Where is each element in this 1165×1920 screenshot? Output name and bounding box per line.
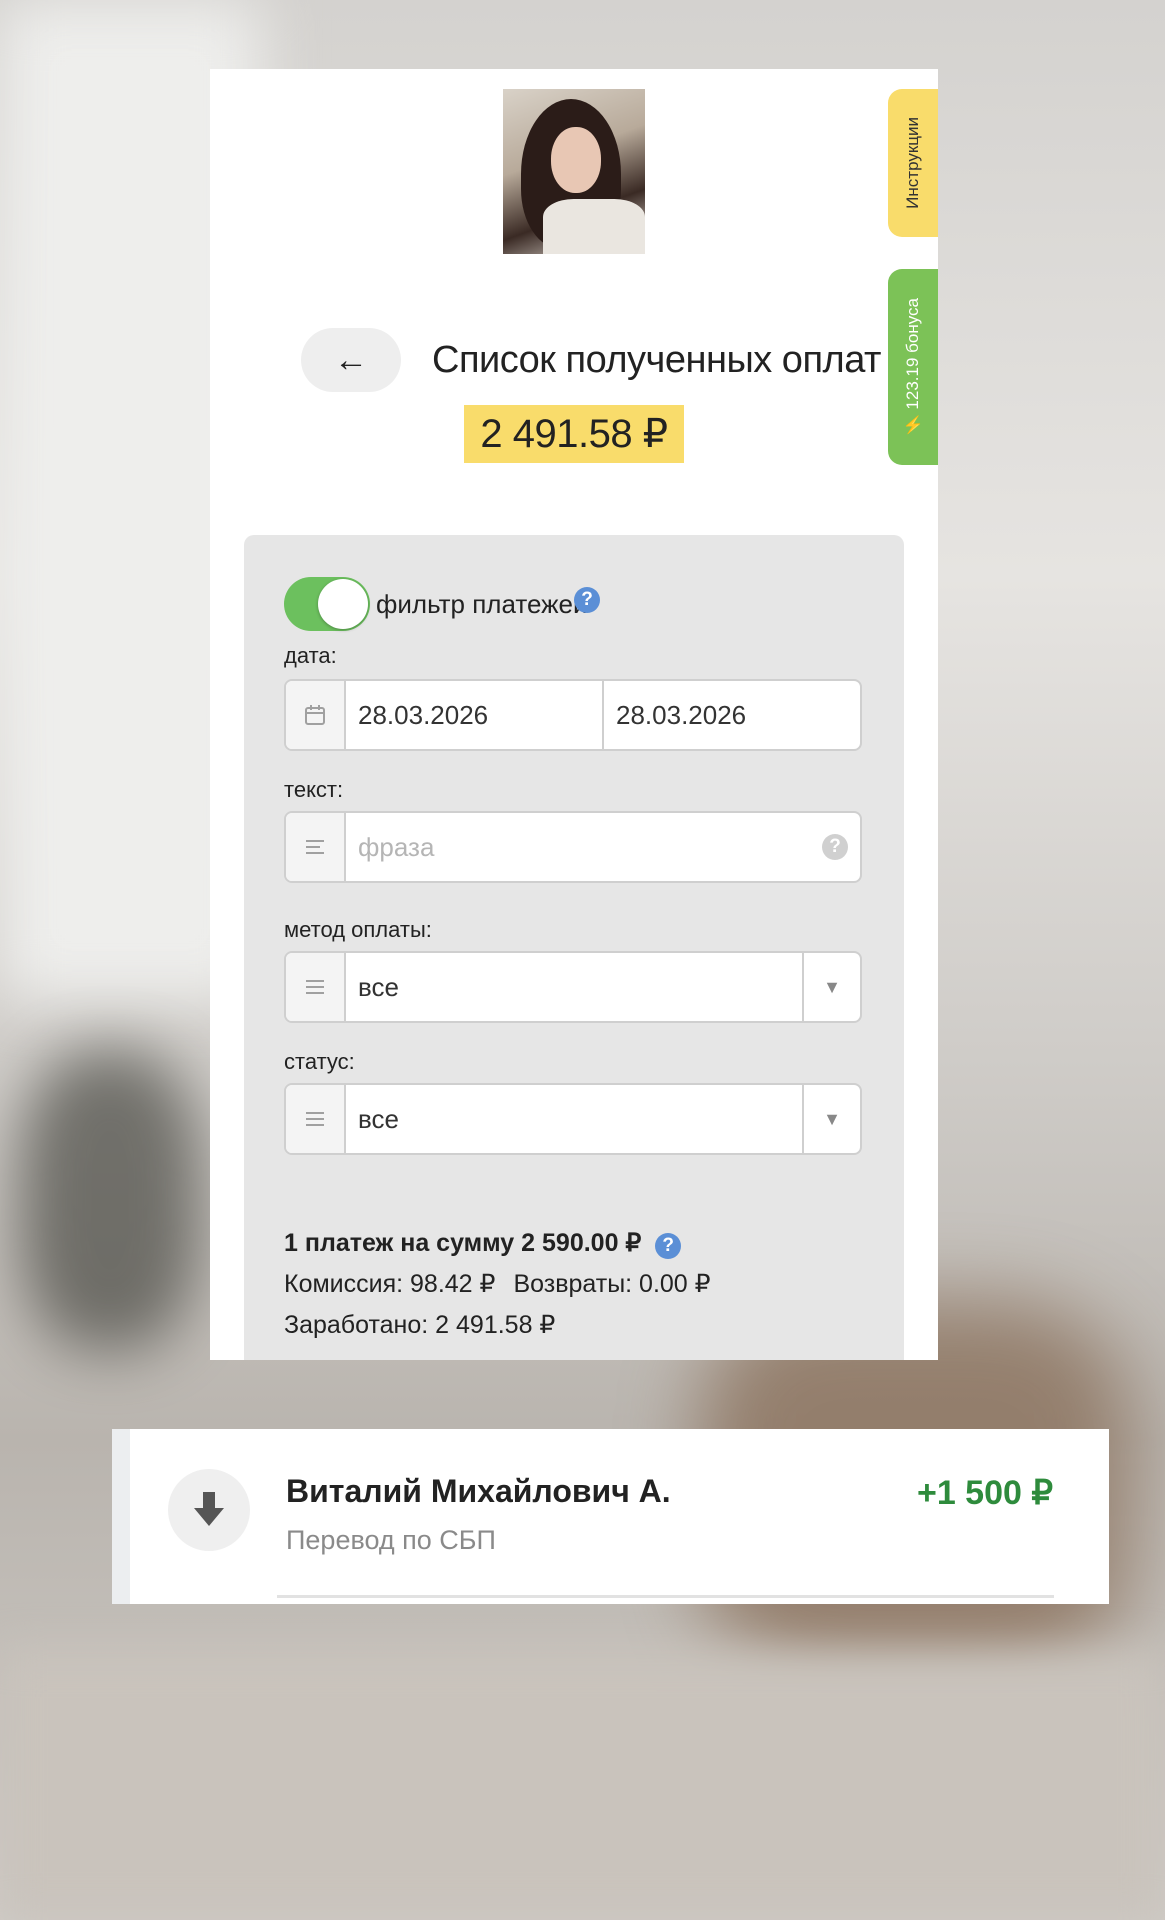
payment-row-edge <box>112 1429 130 1604</box>
status-label: статус: <box>284 1049 355 1074</box>
chevron-down-icon[interactable]: ▼ <box>802 953 860 1021</box>
date-to-input[interactable]: 28.03.2026 <box>602 681 860 749</box>
avatar-face <box>551 127 601 193</box>
bonus-tab[interactable]: ⚡ 123.19 бонуса <box>888 269 938 465</box>
arrow-left-icon: ← <box>334 340 368 379</box>
text-search-field: фраза ? <box>284 811 862 883</box>
page-title: Список полученных оплат <box>432 339 881 381</box>
status-select[interactable]: все ▼ <box>284 1083 862 1155</box>
bonus-tab-content: ⚡ 123.19 бонуса <box>903 298 923 435</box>
chevron-down-icon[interactable]: ▼ <box>802 1085 860 1153</box>
date-from-input[interactable]: 28.03.2026 <box>346 681 602 749</box>
question-icon[interactable]: ? <box>810 813 860 881</box>
help-icon[interactable]: ? <box>655 1233 682 1259</box>
filter-toggle-label: фильтр платежей <box>376 589 588 619</box>
summary-refunds: Возвраты: 0.00 ₽ <box>513 1270 711 1298</box>
balance-badge: 2 491.58 ₽ <box>464 405 684 463</box>
filter-toggle[interactable] <box>284 577 370 631</box>
text-label: текст: <box>284 777 344 802</box>
toggle-knob <box>318 579 368 629</box>
divider <box>277 1595 1054 1598</box>
instructions-tab-label: Инструкции <box>903 117 922 209</box>
payment-filter-panel: фильтр платежей ? дата: 28.03.2026 28.03… <box>244 535 904 1360</box>
phrase-input[interactable]: фраза <box>346 813 810 881</box>
incoming-arrow-icon <box>168 1469 250 1551</box>
payment-method-label: метод оплаты: <box>284 917 432 942</box>
payment-method-text: Перевод по СБП <box>286 1525 496 1555</box>
payment-row[interactable]: Виталий Михайлович А. Перевод по СБП +1 … <box>112 1429 1109 1604</box>
status-value: все <box>358 1103 399 1134</box>
summary-earned: Заработано: 2 491.58 ₽ <box>284 1311 556 1339</box>
payment-summary: 1 платеж на сумму 2 590.00 ₽ ? Комиссия:… <box>284 1223 711 1346</box>
lightning-icon: ⚡ <box>903 414 922 436</box>
list-icon <box>286 953 346 1021</box>
payment-method-value: все <box>358 971 399 1002</box>
payment-amount: +1 500 ₽ <box>916 1474 1053 1512</box>
background-plant <box>20 1050 200 1350</box>
payer-name: Виталий Михайлович А. <box>286 1473 671 1509</box>
summary-count: 1 платеж на сумму 2 590.00 ₽ <box>284 1229 642 1257</box>
background-floor <box>0 1650 1165 1920</box>
calendar-icon <box>286 681 346 749</box>
bonus-tab-label: 123.19 бонуса <box>903 298 922 411</box>
avatar[interactable] <box>503 89 645 254</box>
avatar-shirt <box>543 199 645 254</box>
list-icon <box>286 1085 346 1153</box>
payments-card: Инструкции ⚡ 123.19 бонуса ← Список полу… <box>210 69 938 1360</box>
summary-commission: Комиссия: 98.42 ₽ <box>284 1270 496 1298</box>
date-label: дата: <box>284 643 337 668</box>
help-icon[interactable]: ? <box>574 587 600 613</box>
text-align-icon <box>286 813 346 881</box>
instructions-tab[interactable]: Инструкции <box>888 89 938 237</box>
payment-method-select[interactable]: все ▼ <box>284 951 862 1023</box>
back-button[interactable]: ← <box>301 328 401 392</box>
date-range-field: 28.03.2026 28.03.2026 <box>284 679 862 751</box>
